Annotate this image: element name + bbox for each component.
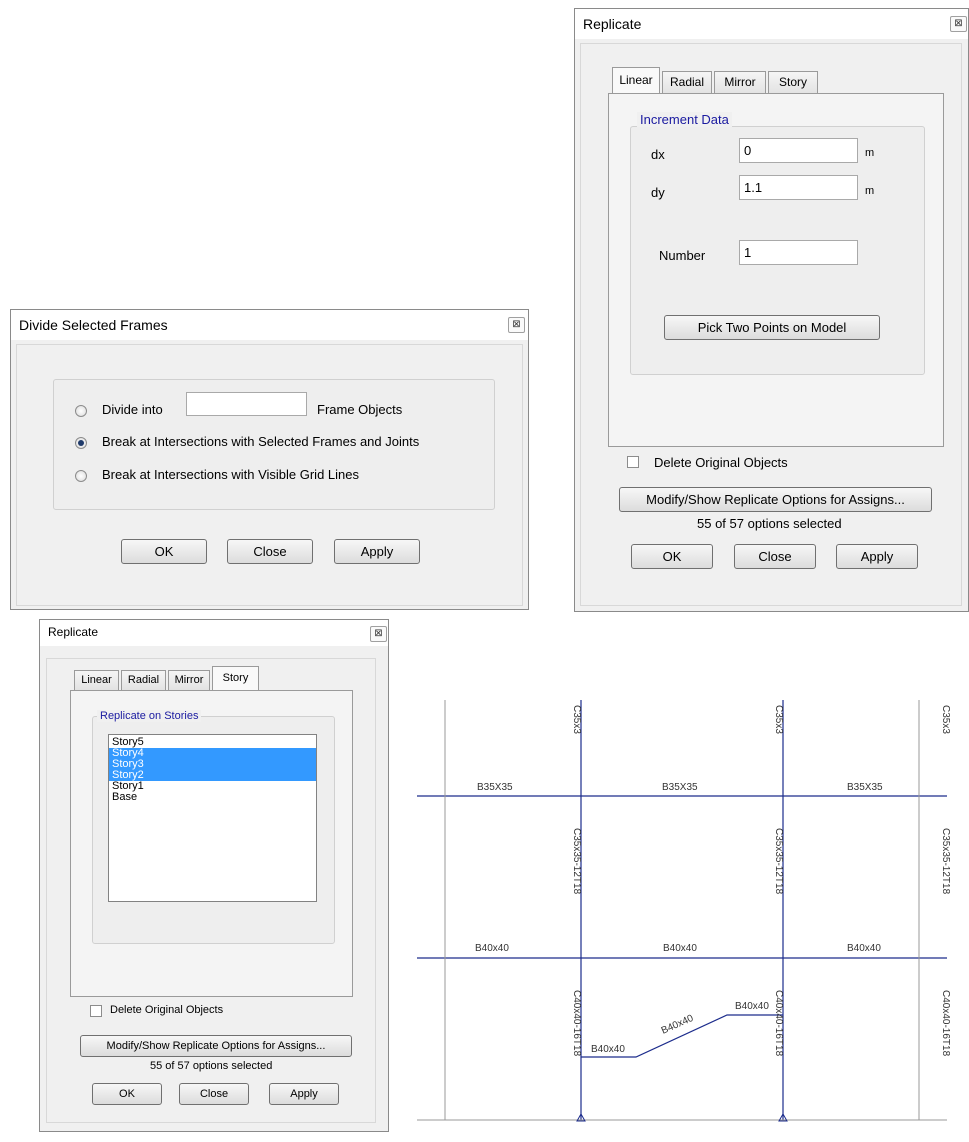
close-icon[interactable]: ⊠	[950, 16, 967, 32]
replicate-story-dialog: Replicate ⊠ Linear Radial Mirror Story R…	[39, 619, 389, 1132]
dialog-titlebar: Replicate ⊠	[575, 9, 968, 39]
delete-original-label: Delete Original Objects	[654, 455, 788, 470]
apply-button[interactable]: Apply	[836, 544, 918, 569]
divide-frames-dialog: Divide Selected Frames ⊠ Divide into Fra…	[10, 309, 529, 610]
tab-linear[interactable]: Linear	[74, 670, 119, 690]
replicate-linear-dialog: Replicate ⊠ Linear Radial Mirror Story I…	[574, 8, 969, 612]
options-status: 55 of 57 options selected	[150, 1060, 273, 1072]
tab-radial[interactable]: Radial	[662, 71, 712, 93]
pick-two-points-button[interactable]: Pick Two Points on Model	[664, 315, 880, 340]
tab-story[interactable]: Story	[212, 666, 259, 690]
options-status: 55 of 57 options selected	[697, 516, 842, 531]
new-beam-label: B40x40	[660, 1013, 696, 1037]
close-icon[interactable]: ⊠	[370, 626, 387, 642]
dx-input[interactable]	[739, 138, 858, 163]
beam-label: B35X35	[662, 782, 698, 793]
column-label: C35x35-12T18	[940, 828, 951, 895]
number-label: Number	[659, 248, 706, 263]
dialog-title: Divide Selected Frames	[19, 317, 168, 333]
stories-listbox[interactable]: Story5 Story4 Story3 Story2 Story1 Base	[108, 734, 317, 902]
dialog-titlebar: Replicate ⊠	[40, 620, 388, 646]
tab-radial[interactable]: Radial	[121, 670, 166, 690]
new-beam-label: B40x40	[591, 1044, 625, 1055]
beam-label: B40x40	[663, 943, 697, 954]
dy-unit: m	[865, 185, 875, 197]
replicate-on-stories-title: Replicate on Stories	[97, 710, 202, 722]
break-grid-radio[interactable]	[75, 470, 87, 482]
dx-unit: m	[865, 147, 875, 159]
column-label: C35x35-12T18	[571, 828, 582, 895]
ok-button[interactable]: OK	[121, 539, 207, 564]
break-selected-radio[interactable]	[75, 437, 87, 449]
delete-original-checkbox[interactable]	[90, 1005, 102, 1017]
tab-story[interactable]: Story	[768, 71, 818, 93]
apply-button[interactable]: Apply	[269, 1083, 339, 1105]
tab-mirror[interactable]: Mirror	[168, 670, 210, 690]
increment-data-title: Increment Data	[637, 112, 732, 127]
divide-into-radio[interactable]	[75, 405, 87, 417]
frame-objects-label: Frame Objects	[317, 402, 403, 417]
column-label: C40x40-16T18	[940, 990, 951, 1057]
frame-lines	[417, 700, 947, 1120]
ok-button[interactable]: OK	[631, 544, 713, 569]
beam-label: B35X35	[847, 782, 883, 793]
divide-count-input[interactable]	[186, 392, 307, 416]
column-label: C35x3	[940, 705, 951, 734]
tab-mirror[interactable]: Mirror	[714, 71, 766, 93]
modify-replicate-options-button[interactable]: Modify/Show Replicate Options for Assign…	[619, 487, 932, 512]
number-input[interactable]	[739, 240, 858, 265]
list-item[interactable]: Base	[109, 792, 316, 803]
ok-button[interactable]: OK	[92, 1083, 162, 1105]
beam-label: B35X35	[477, 782, 513, 793]
column-label: C35x3	[773, 705, 784, 734]
break-selected-label: Break at Intersections with Selected Fra…	[102, 434, 420, 449]
new-beam-label: B40x40	[735, 1001, 769, 1012]
close-button[interactable]: Close	[227, 539, 313, 564]
list-item[interactable]: Story1	[109, 781, 316, 792]
dialog-titlebar: Divide Selected Frames ⊠	[11, 310, 528, 340]
beam-label: B40x40	[847, 943, 881, 954]
column-label: C35x35-12T18	[773, 828, 784, 895]
grid-lines	[417, 700, 947, 1121]
dialog-title: Replicate	[48, 625, 99, 639]
beam-label: B40x40	[475, 943, 509, 954]
delete-original-label: Delete Original Objects	[110, 1004, 224, 1016]
column-label: C40x40-16T18	[571, 990, 582, 1057]
modify-replicate-options-button[interactable]: Modify/Show Replicate Options for Assign…	[80, 1035, 352, 1057]
column-label: C40x40-16T18	[773, 990, 784, 1057]
break-grid-label: Break at Intersections with Visible Grid…	[102, 467, 359, 482]
close-button[interactable]: Close	[179, 1083, 249, 1105]
dy-label: dy	[651, 185, 665, 200]
delete-original-checkbox[interactable]	[627, 456, 639, 468]
close-icon[interactable]: ⊠	[508, 317, 525, 333]
dx-label: dx	[651, 147, 665, 162]
dialog-title: Replicate	[583, 16, 642, 32]
column-label: C35x3	[571, 705, 582, 734]
tab-linear[interactable]: Linear	[612, 67, 660, 93]
model-elevation-view[interactable]: C35x3 C35x3 C35x3 B35X35 B35X35 B35X35 C…	[409, 700, 969, 1140]
divide-into-label: Divide into	[102, 402, 163, 417]
close-button[interactable]: Close	[734, 544, 816, 569]
apply-button[interactable]: Apply	[334, 539, 420, 564]
dy-input[interactable]	[739, 175, 858, 200]
